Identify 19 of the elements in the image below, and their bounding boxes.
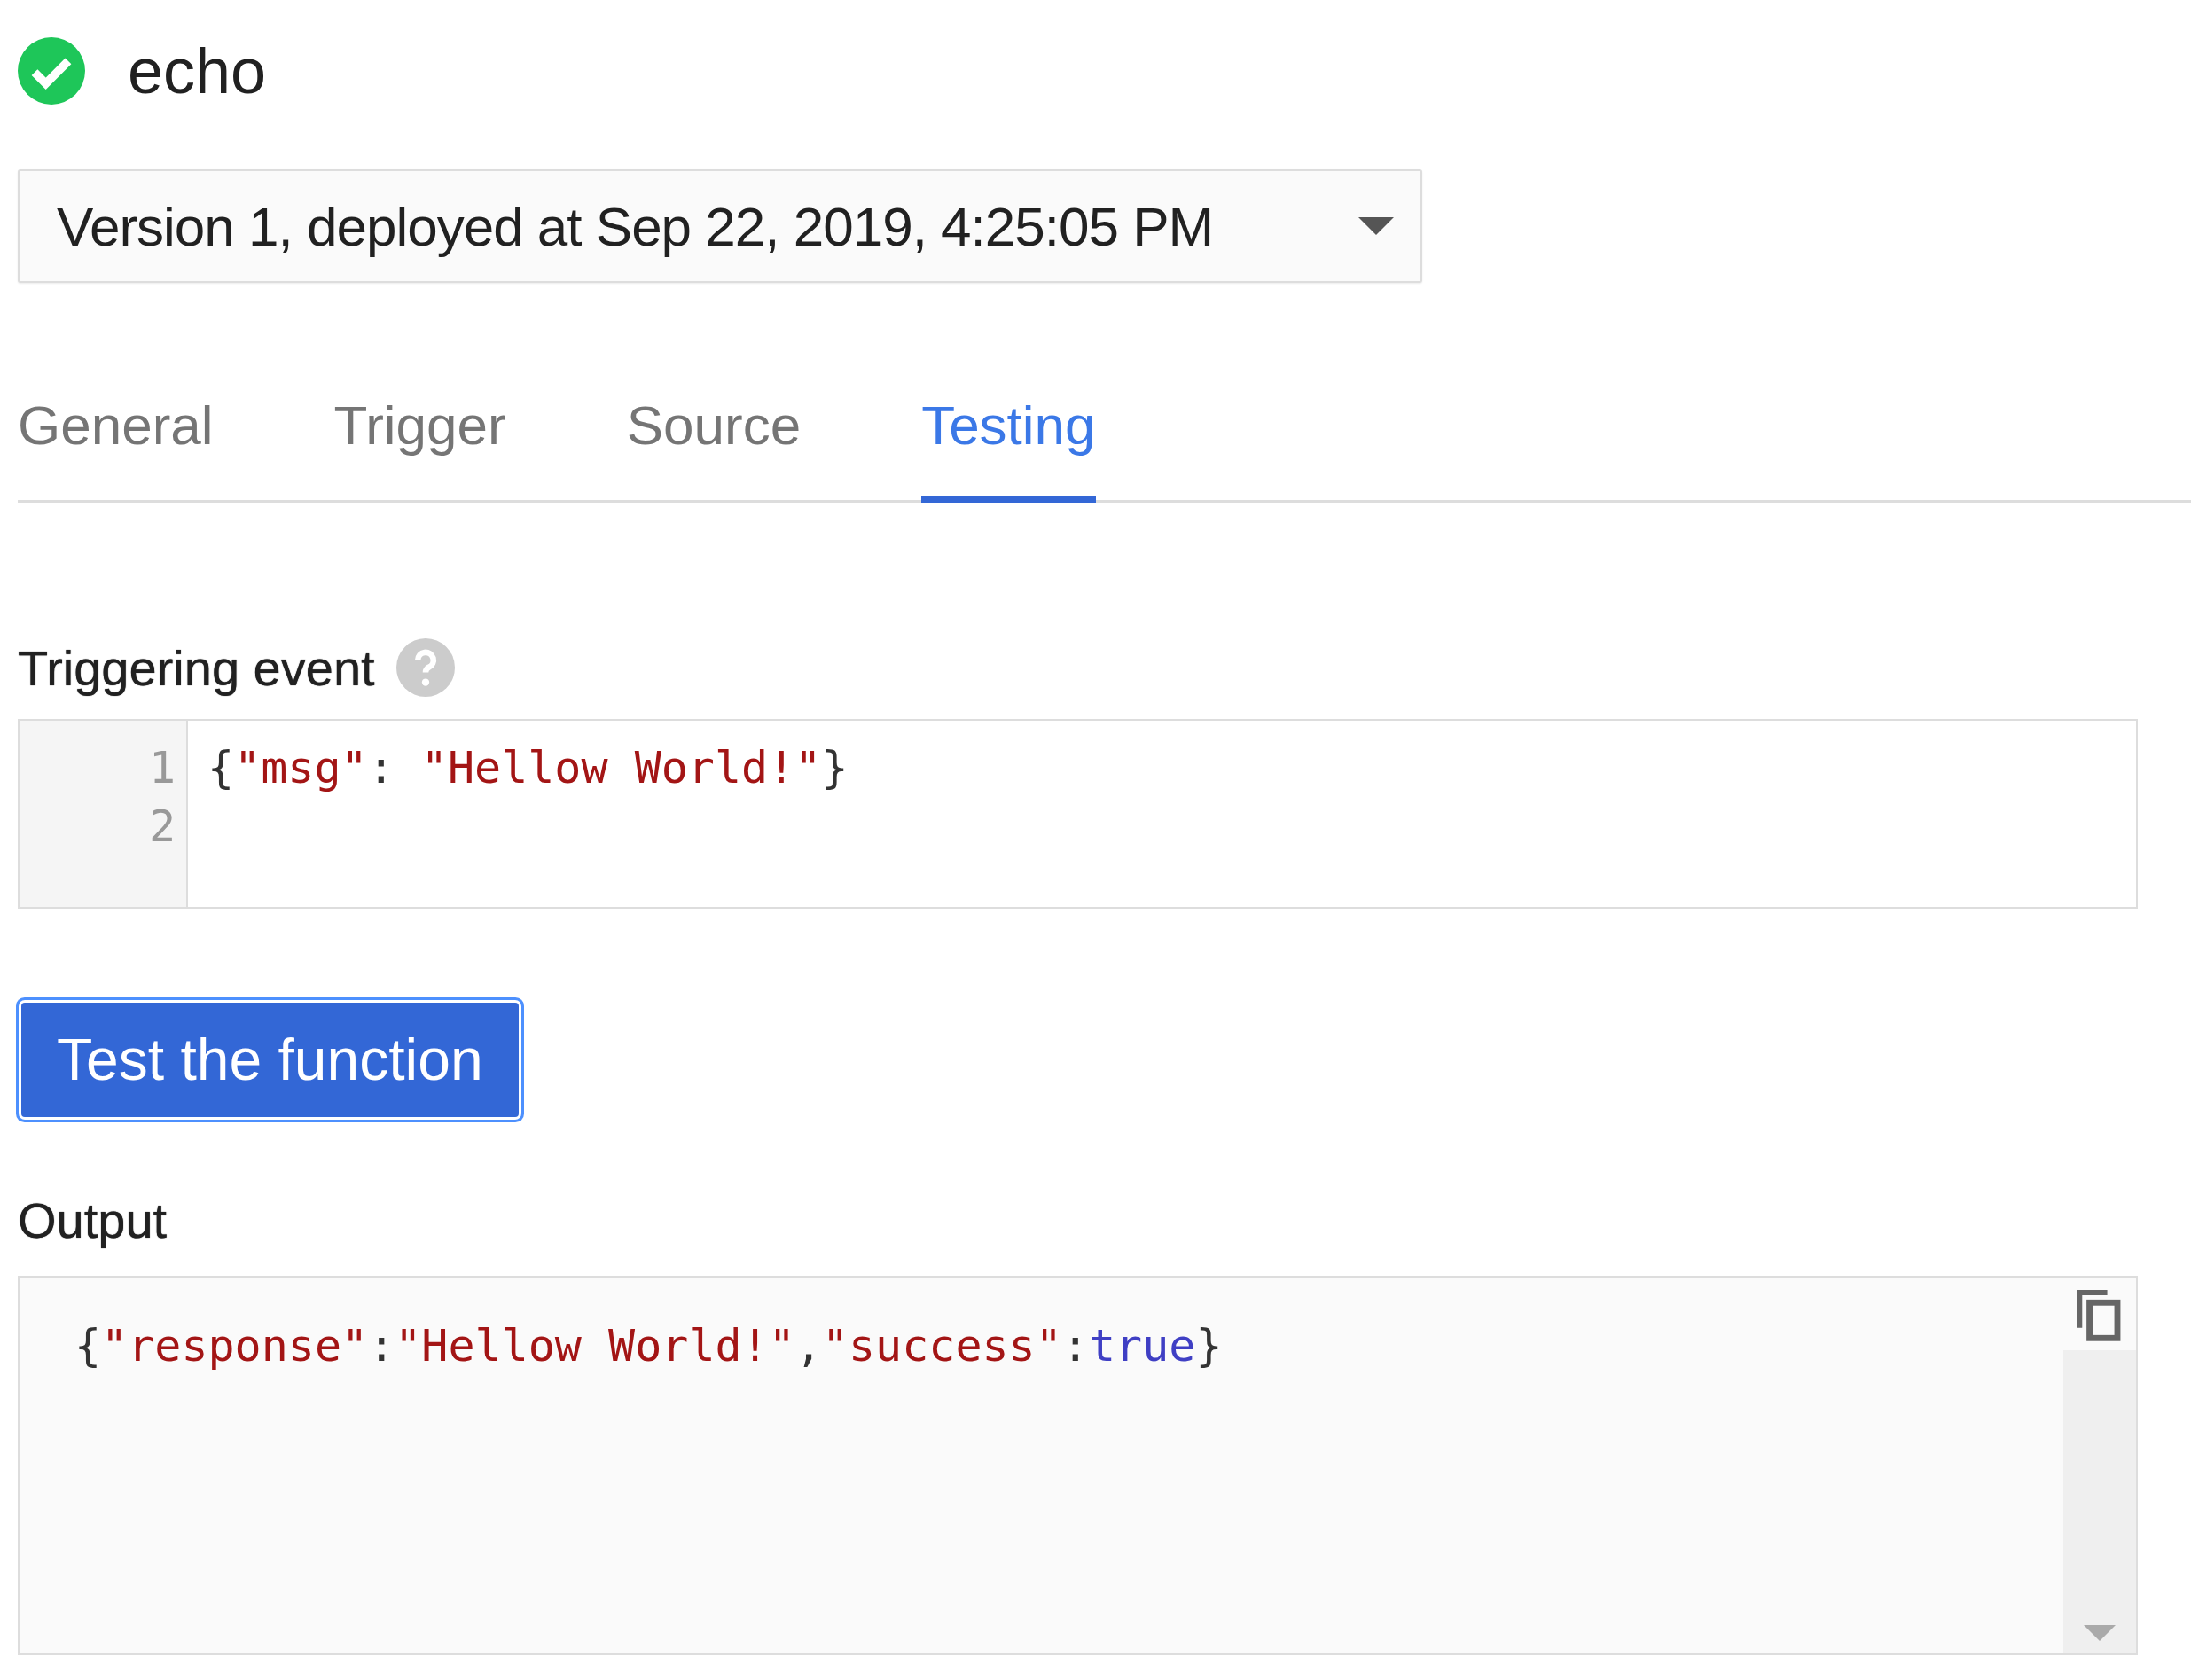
code-editor[interactable]: 1 2 {"msg": "Hellow World!"} [18, 719, 2138, 909]
tab[interactable]: Trigger [333, 385, 506, 503]
section-label: Triggering event [18, 638, 375, 697]
tab[interactable]: Testing [921, 385, 1096, 503]
version-text: Version 1, deployed at Sep 22, 2019, 4:25:05 PM [57, 194, 1214, 258]
tab[interactable]: Source [626, 385, 802, 503]
help-icon[interactable] [395, 638, 455, 697]
output-code: {"response":"Hellow World!","success":true} [74, 1319, 1224, 1373]
code-line: {"msg": "Hellow World!"} [207, 741, 849, 795]
function-name: echo [128, 35, 267, 107]
scrollbar[interactable] [2063, 1350, 2136, 1653]
copy-icon[interactable] [2077, 1290, 2123, 1343]
line-number: 2 [147, 800, 176, 854]
line-number: 1 [147, 741, 176, 795]
version-dropdown[interactable]: Version 1, deployed at Sep 22, 2019, 4:25:05 PM [18, 169, 1422, 283]
caret-icon [1358, 217, 1394, 235]
tab[interactable]: General [18, 385, 214, 503]
scroll-down-icon[interactable] [2084, 1625, 2116, 1641]
section-label: Output [18, 1192, 168, 1249]
